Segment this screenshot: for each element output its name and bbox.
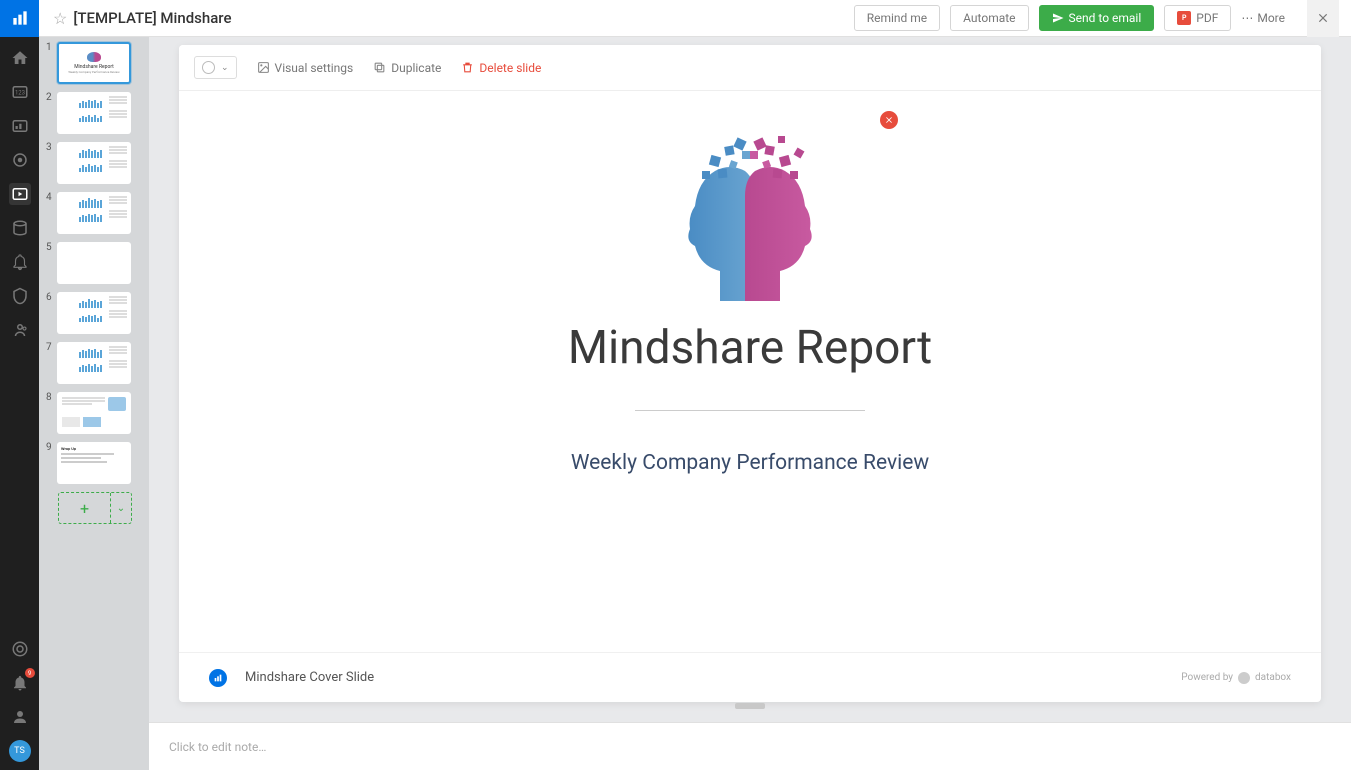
trash-icon (461, 61, 474, 74)
nav-data-icon[interactable] (9, 217, 31, 239)
thumbnail-number: 7 (46, 342, 54, 384)
send-email-label: Send to email (1069, 11, 1142, 25)
visual-settings-label: Visual settings (275, 61, 354, 75)
nav-metrics-icon[interactable]: 123 (9, 81, 31, 103)
slide-thumbnail[interactable]: 8 (46, 392, 142, 434)
more-label: More (1257, 11, 1285, 25)
remind-me-button[interactable]: Remind me (854, 5, 940, 31)
nav-users-icon[interactable] (9, 319, 31, 341)
slide-thumbnail[interactable]: 2 (46, 92, 142, 134)
close-button[interactable] (1307, 0, 1339, 37)
favorite-star-icon[interactable]: ☆ (53, 9, 67, 28)
automate-button[interactable]: Automate (950, 5, 1028, 31)
slide-footer-logo-icon (209, 669, 227, 687)
notification-badge: 9 (25, 668, 35, 678)
thumbnail-number: 3 (46, 142, 54, 184)
droplet-icon (202, 61, 215, 74)
header-actions: Remind me Automate Send to email P PDF ⋯… (854, 0, 1339, 37)
add-slide-button[interactable]: + ⌄ (58, 492, 132, 524)
notes-bar[interactable]: Click to edit note… (149, 722, 1351, 770)
paper-plane-icon (1052, 12, 1064, 24)
nav-reports-icon[interactable] (9, 183, 31, 205)
header-title-wrap: ☆ [TEMPLATE] Mindshare (53, 9, 231, 28)
close-icon (884, 115, 894, 125)
remind-me-label: Remind me (867, 11, 927, 25)
thumbnail-number: 2 (46, 92, 54, 134)
powered-by-brand: databox (1255, 672, 1291, 683)
nav-dashboards-icon[interactable] (9, 115, 31, 137)
slide-footer-title: Mindshare Cover Slide (245, 670, 374, 685)
ellipsis-icon: ⋯ (1241, 11, 1253, 25)
report-title[interactable]: [TEMPLATE] Mindshare (73, 9, 231, 27)
nav-notifications-icon[interactable]: 9 (9, 672, 31, 694)
duplicate-button[interactable]: Duplicate (373, 61, 441, 75)
thumbnail-number: 8 (46, 392, 54, 434)
more-menu[interactable]: ⋯ More (1241, 11, 1285, 25)
left-nav-rail: 123 9 TS (0, 37, 39, 770)
slide-subtitle[interactable]: Weekly Company Performance Review (571, 451, 929, 475)
databox-logo-icon (1238, 672, 1250, 684)
slide-content: Mindshare Report Weekly Company Performa… (179, 91, 1321, 702)
slide-wrapper: Mindshare Report Weekly Company Performa… (149, 37, 1351, 722)
app-logo[interactable] (0, 0, 39, 37)
slide-thumbnail[interactable]: 6 (46, 292, 142, 334)
slide-canvas[interactable]: Mindshare Report Weekly Company Performa… (179, 45, 1321, 702)
delete-slide-button[interactable]: Delete slide (461, 61, 541, 75)
nav-help-icon[interactable] (9, 638, 31, 660)
slide-thumbnail[interactable]: 9 Wrap Up (46, 442, 142, 484)
pdf-button[interactable]: P PDF (1164, 5, 1231, 31)
plus-icon[interactable]: + (59, 493, 111, 523)
duplicate-label: Duplicate (391, 61, 441, 75)
slide-divider (635, 410, 865, 411)
nav-goals-icon[interactable] (9, 149, 31, 171)
nav-alerts-icon[interactable] (9, 251, 31, 273)
thumbnail-number: 1 (46, 42, 54, 84)
user-avatar[interactable]: TS (9, 740, 31, 762)
image-icon (257, 61, 270, 74)
copy-icon (373, 61, 386, 74)
visual-settings-button[interactable]: Visual settings (257, 61, 354, 75)
close-icon (1316, 11, 1330, 25)
slide-thumbnail[interactable]: 4 (46, 192, 142, 234)
slide-thumbnail[interactable]: 5 (46, 242, 142, 284)
powered-by-label: Powered by (1181, 672, 1233, 683)
slide-toolbar: ⌄ Visual settings Duplicate Delete slide (179, 45, 1321, 91)
slide-thumbnail-panel: 1 Mindshare Report Weekly Company Perfor… (39, 37, 149, 770)
slide-thumbnail[interactable]: 7 (46, 342, 142, 384)
send-to-email-button[interactable]: Send to email (1039, 5, 1155, 31)
slide-footer: Mindshare Cover Slide Powered by databox (179, 652, 1321, 702)
pdf-icon: P (1177, 11, 1191, 25)
thumbnail-number: 5 (46, 242, 54, 284)
slide-title[interactable]: Mindshare Report (568, 321, 932, 375)
pdf-label: PDF (1196, 11, 1218, 25)
resize-handle[interactable] (735, 703, 765, 709)
mindshare-logo (660, 121, 840, 301)
main-content: Mindshare Report Weekly Company Performa… (149, 37, 1351, 770)
delete-element-badge[interactable] (880, 111, 898, 129)
slide-thumbnail[interactable]: 3 (46, 142, 142, 184)
nav-home-icon[interactable] (9, 47, 31, 69)
thumbnail-number: 4 (46, 192, 54, 234)
delete-slide-label: Delete slide (479, 61, 541, 75)
chevron-down-icon: ⌄ (221, 63, 229, 73)
notes-placeholder: Click to edit note… (169, 740, 266, 754)
bar-chart-icon (10, 8, 30, 28)
svg-text:123: 123 (14, 89, 24, 96)
slide-powered-by: Powered by databox (1181, 672, 1291, 684)
automate-label: Automate (963, 11, 1015, 25)
nav-account-icon[interactable] (9, 706, 31, 728)
chevron-down-icon[interactable]: ⌄ (111, 493, 131, 523)
thumbnail-number: 6 (46, 292, 54, 334)
nav-security-icon[interactable] (9, 285, 31, 307)
slide-thumbnail[interactable]: 1 Mindshare Report Weekly Company Perfor… (46, 42, 142, 84)
app-header: ☆ [TEMPLATE] Mindshare Remind me Automat… (0, 0, 1351, 37)
theme-dropdown[interactable]: ⌄ (194, 56, 237, 79)
thumbnail-number: 9 (46, 442, 54, 484)
